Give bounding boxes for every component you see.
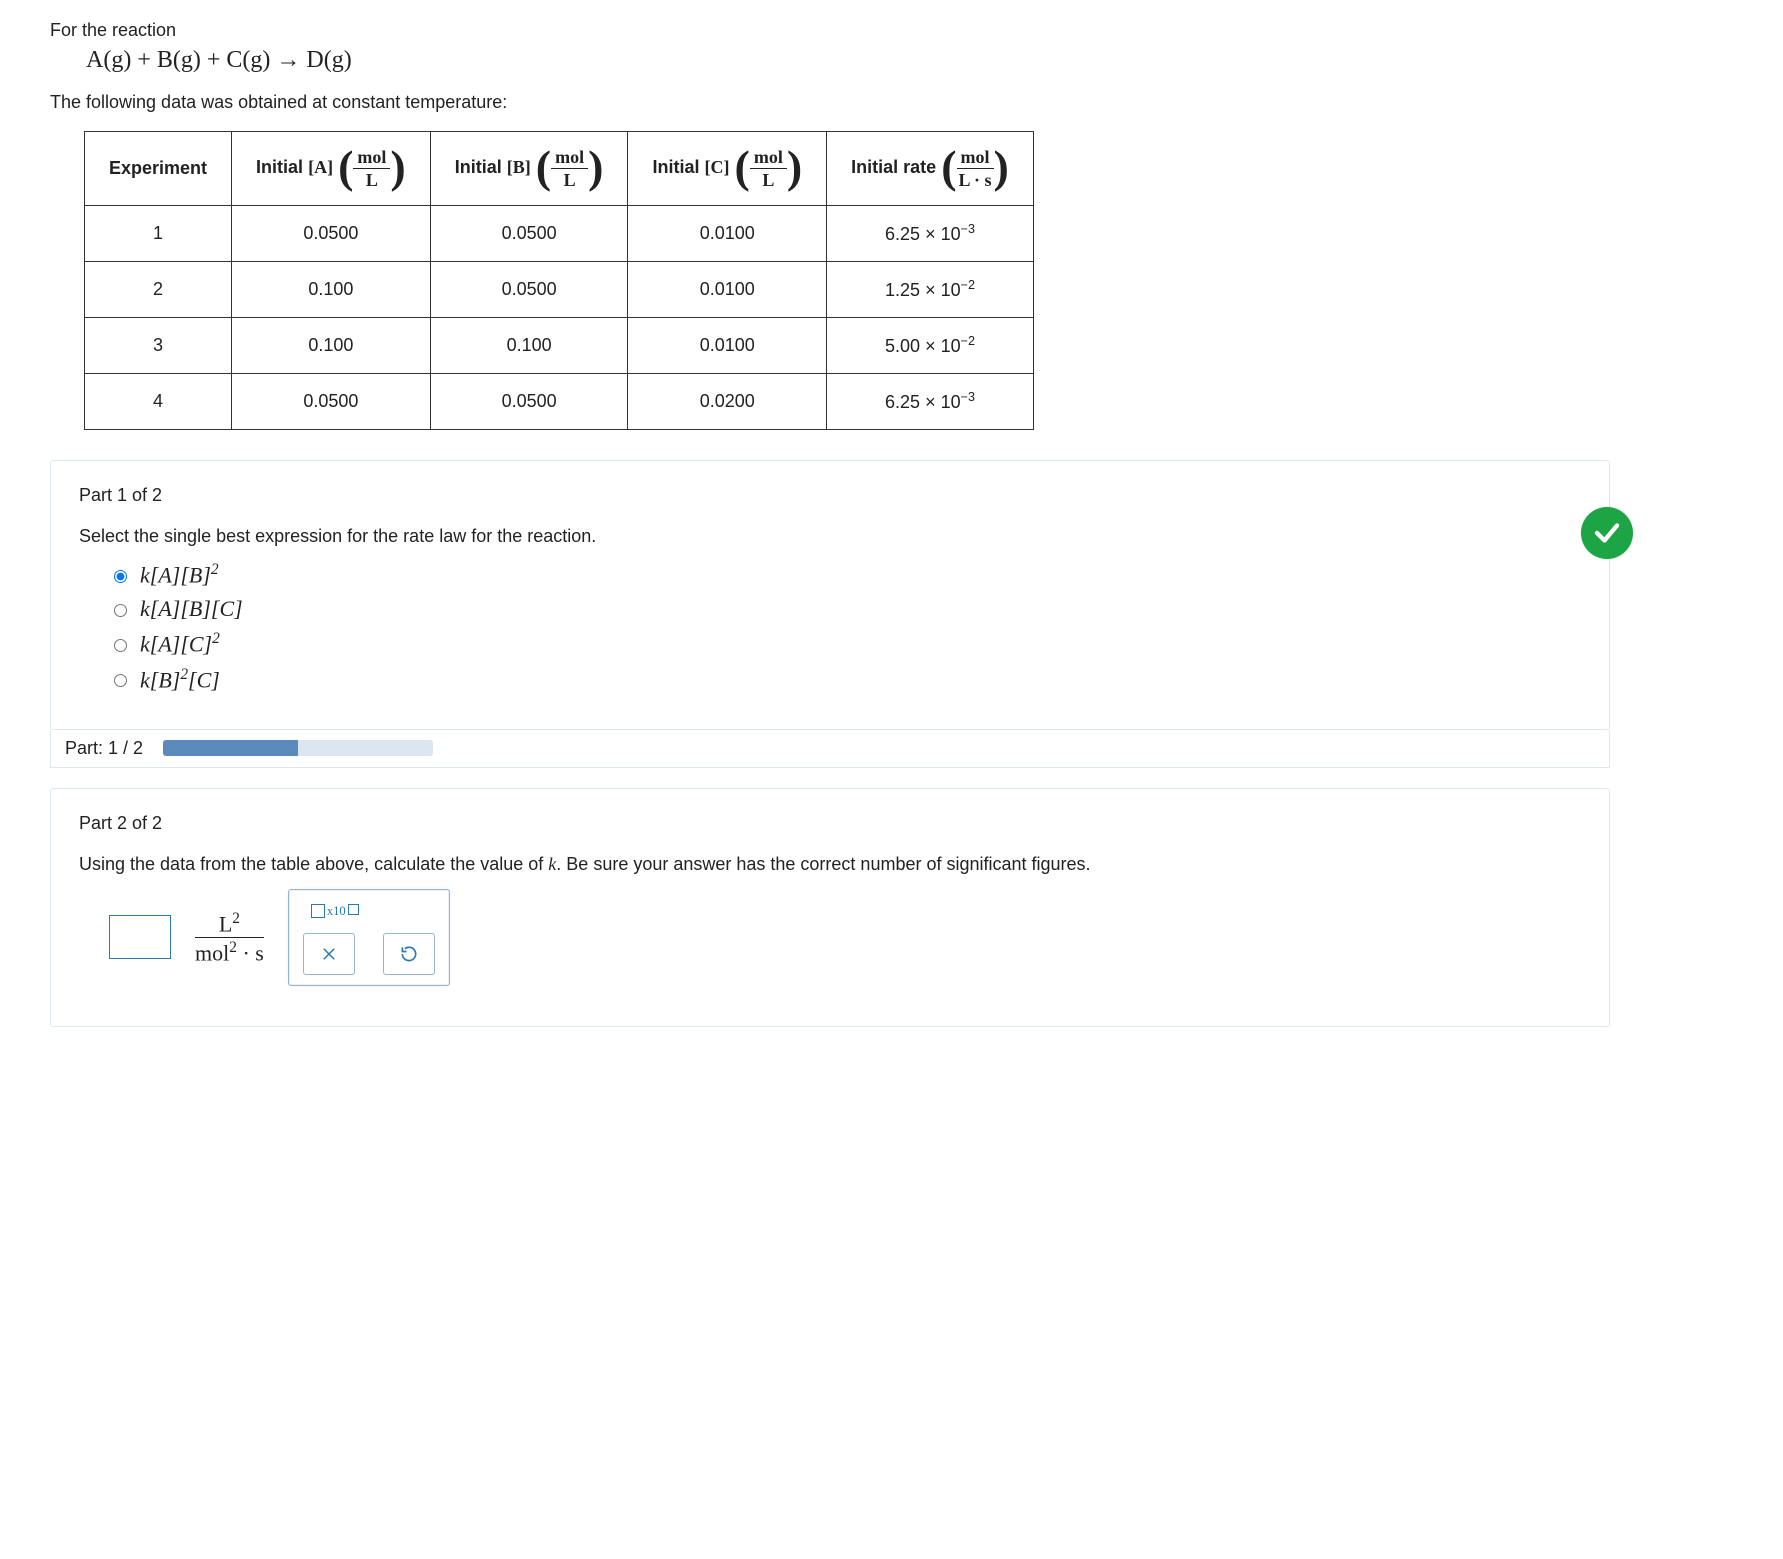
option-label: k[A][B][C] [140, 596, 243, 622]
reset-button[interactable] [383, 933, 435, 975]
rate-law-option[interactable]: k[B]2[C] [109, 666, 1581, 693]
part2-label: Part 2 of 2 [79, 813, 1581, 834]
th-initial-rate: Initial rate (molL · s) [827, 132, 1034, 206]
progress-label: Part: 1 / 2 [65, 738, 143, 759]
sci-notation-button[interactable]: x10 [303, 900, 435, 923]
rate-law-option[interactable]: k[A][C]2 [109, 630, 1581, 657]
reaction-equation: A(g) + B(g) + C(g) → D(g) [86, 47, 1783, 74]
answer-units: L2 mol2 · s [195, 911, 264, 965]
th-initial-b: Initial [B] (molL) [430, 132, 628, 206]
progress-track [163, 740, 433, 756]
radio-input[interactable] [114, 570, 127, 583]
answer-input[interactable] [109, 915, 171, 959]
table-row: 20.1000.05000.01001.25 × 10−2 [85, 262, 1034, 318]
option-label: k[B]2[C] [140, 666, 220, 693]
rate-law-option[interactable]: k[A][B][C] [109, 596, 1581, 622]
part2-block: Part 2 of 2 Using the data from the tabl… [50, 788, 1610, 1027]
th-initial-c: Initial [C] (molL) [628, 132, 827, 206]
radio-input[interactable] [114, 639, 127, 652]
part1-options: k[A][B]2 k[A][B][C] k[A][C]2 k[B]2[C] [109, 561, 1581, 693]
part1-block: Part 1 of 2 Select the single best expre… [50, 460, 1610, 730]
option-label: k[A][B]2 [140, 561, 219, 588]
part1-label: Part 1 of 2 [79, 485, 1581, 506]
undo-icon [399, 944, 419, 964]
part1-prompt: Select the single best expression for th… [79, 526, 1581, 547]
option-label: k[A][C]2 [140, 630, 220, 657]
rate-law-option[interactable]: k[A][B]2 [109, 561, 1581, 588]
th-experiment: Experiment [85, 132, 232, 206]
th-initial-a: Initial [A] (molL) [232, 132, 431, 206]
afterdata-text: The following data was obtained at const… [50, 92, 1783, 113]
radio-input[interactable] [114, 604, 127, 617]
correct-icon [1581, 507, 1633, 559]
intro-text: For the reaction [50, 20, 1783, 41]
x-icon [320, 945, 338, 963]
tool-panel: x10 [288, 889, 450, 986]
table-row: 30.1000.1000.01005.00 × 10−2 [85, 318, 1034, 374]
data-table: Experiment Initial [A] (molL) Initial [B… [84, 131, 1034, 430]
radio-input[interactable] [114, 674, 127, 687]
progress-bar: Part: 1 / 2 [50, 730, 1610, 768]
table-row: 40.05000.05000.02006.25 × 10−3 [85, 374, 1034, 430]
progress-fill [163, 740, 298, 756]
part2-prompt: Using the data from the table above, cal… [79, 854, 1581, 875]
clear-button[interactable] [303, 933, 355, 975]
table-header-row: Experiment Initial [A] (molL) Initial [B… [85, 132, 1034, 206]
table-row: 10.05000.05000.01006.25 × 10−3 [85, 206, 1034, 262]
